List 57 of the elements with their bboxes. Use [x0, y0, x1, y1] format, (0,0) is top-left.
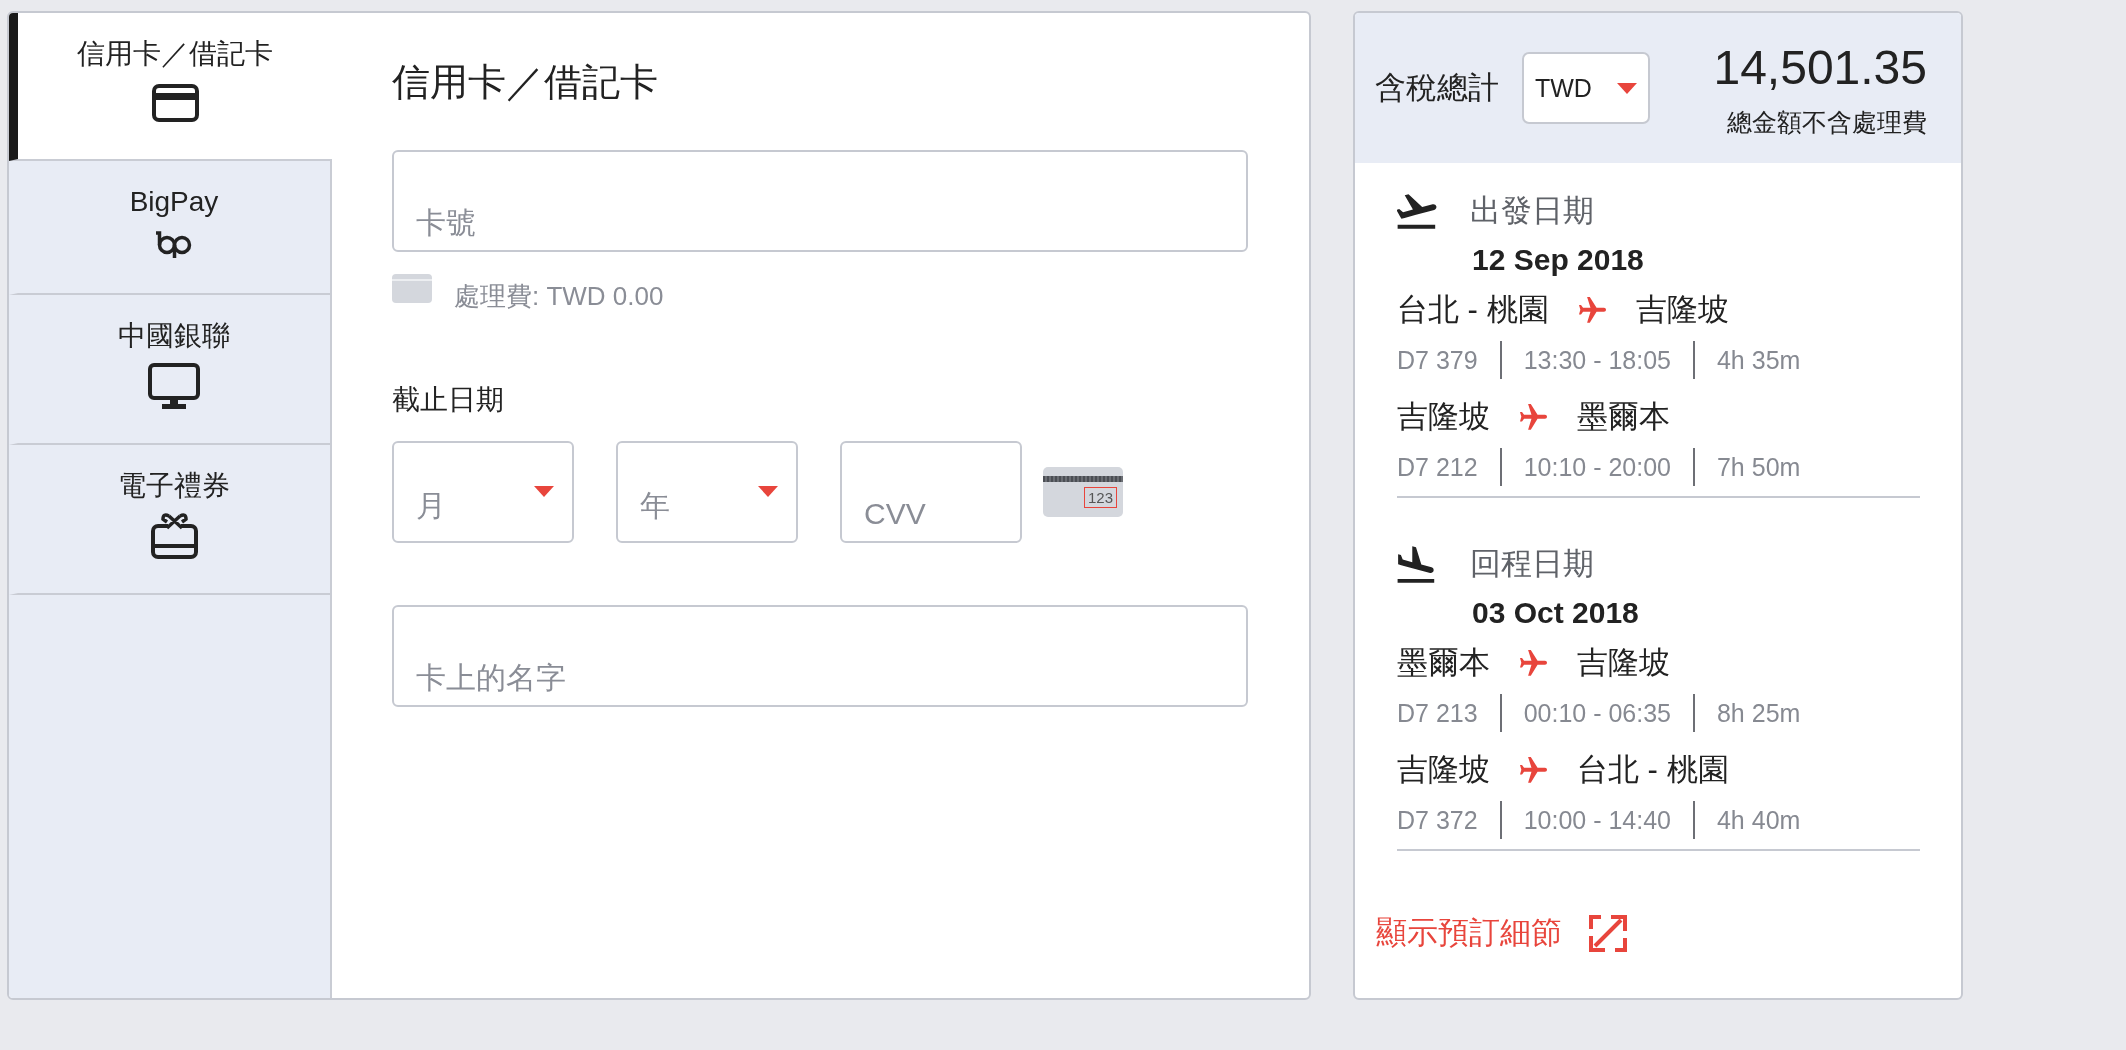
flight-time: 00:10 - 06:35 [1523, 698, 1671, 728]
destination-city: 吉隆坡 [1577, 644, 1670, 682]
flight-number: D7 212 [1397, 452, 1478, 482]
year-select[interactable]: 年 [616, 441, 798, 543]
origin-city: 吉隆坡 [1397, 398, 1490, 436]
flight-time: 10:10 - 20:00 [1523, 452, 1671, 482]
cvv-field[interactable]: CVV [840, 441, 1022, 543]
payment-tab[interactable]: 電子禮券 [9, 445, 330, 595]
trip-label: 出發日期 [1470, 193, 1594, 229]
flight-number: D7 213 [1397, 698, 1478, 728]
form-title: 信用卡／借記卡 [392, 60, 658, 105]
bp-monogram-icon [155, 229, 193, 259]
gift-card-icon [150, 513, 198, 559]
trip-label: 回程日期 [1470, 546, 1594, 582]
origin-city: 墨爾本 [1397, 644, 1490, 682]
origin-city: 吉隆坡 [1397, 751, 1490, 789]
total-note: 總金額不含處理費 [1727, 106, 1927, 137]
payment-tab[interactable]: 信用卡／借記卡 [9, 13, 332, 161]
flight-time: 13:30 - 18:05 [1523, 345, 1671, 375]
plane-icon [1578, 296, 1606, 324]
flight-time: 10:00 - 14:40 [1523, 805, 1671, 835]
expand-icon [1589, 914, 1627, 952]
total-label: 含稅總計 [1375, 69, 1499, 107]
landing-icon [1397, 545, 1435, 583]
booking-details-link[interactable]: 顯示預訂細節 [1376, 911, 1627, 955]
flight-duration: 8h 25m [1716, 698, 1801, 728]
destination-city: 墨爾本 [1577, 398, 1670, 436]
flight-duration: 4h 35m [1716, 345, 1801, 375]
trip-date: 03 Oct 2018 [1472, 595, 1639, 631]
month-select[interactable]: 月 [392, 441, 574, 543]
caret-icon [534, 486, 554, 497]
trip-date: 12 Sep 2018 [1472, 242, 1644, 278]
fee-text: 處理費: TWD 0.00 [454, 281, 664, 311]
origin-city: 台北 - 桃園 [1397, 291, 1549, 329]
card-number-field[interactable]: 卡號 [392, 150, 1248, 252]
currency-select[interactable]: TWD [1522, 52, 1650, 124]
flight-duration: 7h 50m [1716, 452, 1801, 482]
flight-number: D7 379 [1397, 345, 1478, 375]
destination-city: 吉隆坡 [1635, 291, 1729, 329]
expiry-label: 截止日期 [392, 383, 504, 417]
credit-card-icon [151, 84, 199, 122]
payment-tab[interactable]: BigPay [9, 161, 330, 295]
name-on-card-field[interactable]: 卡上的名字 [392, 605, 1248, 707]
cvv-example-code: 123 [1083, 487, 1117, 508]
destination-city: 台北 - 桃園 [1577, 751, 1729, 789]
flight-duration: 4h 40m [1716, 805, 1801, 835]
caret-icon [758, 486, 778, 497]
total-amount: 14,501.35 [1713, 39, 1927, 96]
plane-icon [1520, 403, 1547, 431]
card-icon [392, 274, 432, 303]
monitor-icon [148, 362, 200, 410]
plane-icon [1520, 756, 1547, 784]
takeoff-icon [1397, 193, 1437, 229]
flight-number: D7 372 [1397, 805, 1478, 835]
caret-icon [1617, 82, 1637, 94]
plane-icon [1520, 649, 1547, 677]
payment-tab[interactable]: 中國銀聯 [9, 295, 330, 445]
